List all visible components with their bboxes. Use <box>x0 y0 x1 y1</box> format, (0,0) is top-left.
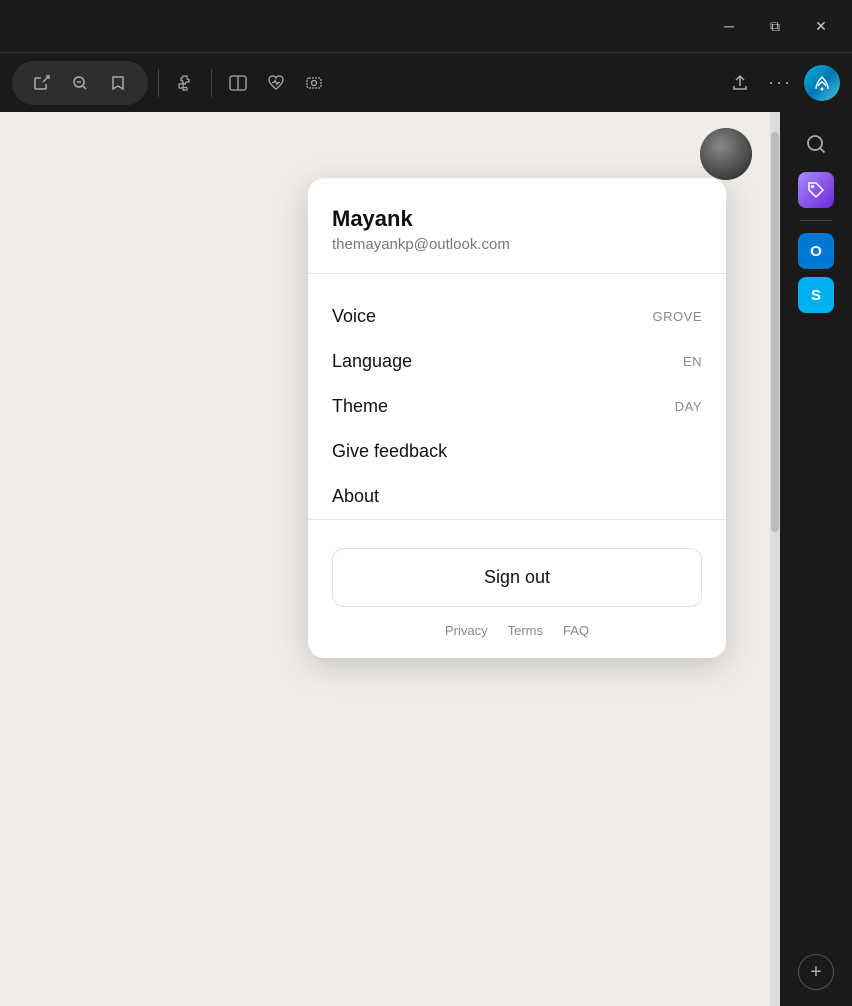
scroll-thumb[interactable] <box>771 132 779 532</box>
language-label: Language <box>332 351 412 372</box>
user-name: Mayank <box>332 206 702 232</box>
toolbar-separator-1 <box>158 69 159 97</box>
terms-link[interactable]: Terms <box>508 623 543 638</box>
language-value: EN <box>683 354 702 369</box>
menu-language-row[interactable]: Language EN <box>332 339 702 384</box>
screenshot-button[interactable] <box>298 67 330 99</box>
voice-value: GROVE <box>653 309 702 324</box>
scrollbar[interactable] <box>770 112 780 1006</box>
split-button[interactable] <box>222 67 254 99</box>
theme-label: Theme <box>332 396 388 417</box>
toolbar-right: ··· <box>724 65 840 101</box>
copilot-button[interactable] <box>804 65 840 101</box>
card-divider-top <box>308 273 726 274</box>
restore-button[interactable]: ⧉ <box>752 0 798 52</box>
feedback-label: Give feedback <box>332 441 447 462</box>
menu-voice-row[interactable]: Voice GROVE <box>332 294 702 339</box>
share-button[interactable] <box>724 67 756 99</box>
footer-links: Privacy Terms FAQ <box>332 623 702 638</box>
privacy-link[interactable]: Privacy <box>445 623 488 638</box>
right-sidebar: O S + <box>780 112 852 1006</box>
bookmark-button[interactable] <box>102 67 134 99</box>
sidebar-item-tag[interactable] <box>798 172 834 208</box>
sign-out-button[interactable]: Sign out <box>332 548 702 607</box>
minimize-button[interactable]: ─ <box>706 0 752 52</box>
zoom-button[interactable] <box>64 67 96 99</box>
toolbar: ··· <box>0 52 852 112</box>
user-email: themayankp@outlook.com <box>332 236 702 253</box>
titlebar: ─ ⧉ ✕ <box>0 0 852 52</box>
sidebar-item-outlook[interactable]: O <box>798 233 834 269</box>
about-label: About <box>332 486 379 507</box>
sidebar-add-button[interactable]: + <box>798 954 834 990</box>
toolbar-nav-group <box>12 61 148 105</box>
theme-value: DAY <box>675 399 702 414</box>
close-button[interactable]: ✕ <box>798 0 844 52</box>
sidebar-item-search[interactable] <box>796 124 836 164</box>
titlebar-controls: ─ ⧉ ✕ <box>706 0 844 52</box>
faq-link[interactable]: FAQ <box>563 623 589 638</box>
sidebar-divider <box>800 220 832 221</box>
profile-dropdown: Mayank themayankp@outlook.com Voice GROV… <box>308 178 726 658</box>
voice-label: Voice <box>332 306 376 327</box>
avatar-image <box>700 128 752 180</box>
menu-theme-row[interactable]: Theme DAY <box>332 384 702 429</box>
sidebar-item-skype[interactable]: S <box>798 277 834 313</box>
toolbar-separator-2 <box>211 69 212 97</box>
more-button[interactable]: ··· <box>764 67 796 99</box>
card-divider-bottom <box>308 519 726 520</box>
puzzle-button[interactable] <box>169 67 201 99</box>
menu-feedback-row[interactable]: Give feedback <box>332 429 702 474</box>
health-button[interactable] <box>260 67 292 99</box>
menu-about-row[interactable]: About <box>332 474 702 519</box>
avatar-button[interactable] <box>700 128 752 180</box>
open-external-button[interactable] <box>26 67 58 99</box>
